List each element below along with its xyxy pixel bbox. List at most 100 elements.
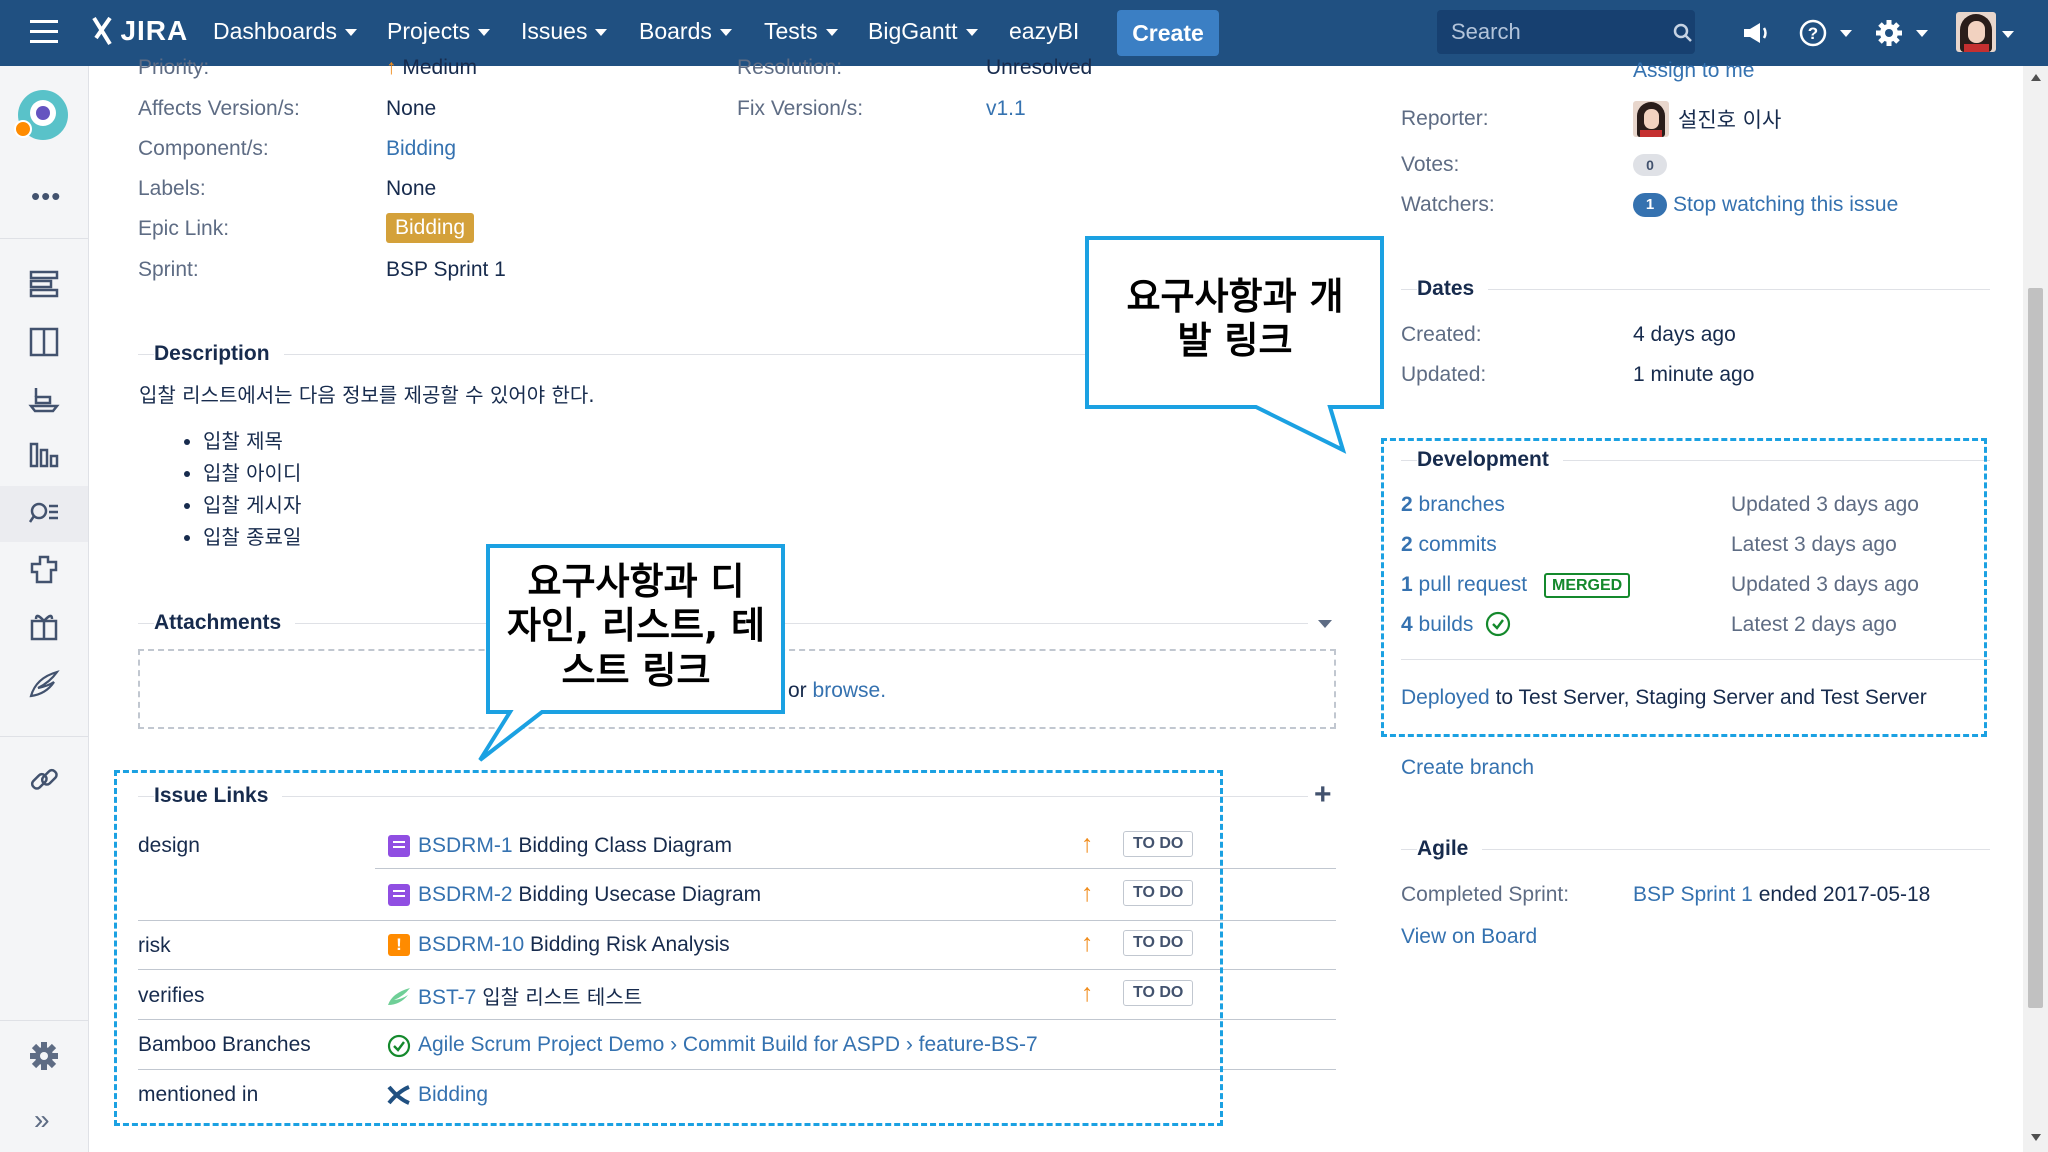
assign-to-me-link[interactable]: Assign to me <box>1633 59 1754 83</box>
create-branch-link[interactable]: Create branch <box>1401 756 1534 780</box>
menu-icon[interactable] <box>30 20 58 44</box>
created-value: 4 days ago <box>1633 323 1736 346</box>
chevron-down-icon <box>478 29 491 37</box>
board-icon[interactable] <box>26 324 62 360</box>
gear-icon[interactable] <box>26 1038 62 1074</box>
sprint-value: BSP Sprint 1 <box>386 258 506 281</box>
nav-boards[interactable]: Boards <box>639 18 732 45</box>
resolution-label: Resolution: <box>737 56 843 79</box>
link-icon[interactable] <box>26 762 62 798</box>
description-title: Description <box>154 342 284 366</box>
scroll-up-icon[interactable] <box>2031 74 2041 81</box>
resolution-value: Unresolved <box>986 56 1093 79</box>
votes-label: Votes: <box>1401 153 1460 176</box>
fix-version-link[interactable]: v1.1 <box>986 97 1026 121</box>
callout-line: 발 링크 <box>1177 319 1293 363</box>
description-item: 입찰 제목 <box>203 425 301 457</box>
gear-icon <box>1876 20 1902 46</box>
more-icon[interactable]: ••• <box>31 183 61 209</box>
completed-sprint-value: BSP Sprint 1 ended 2017-05-18 <box>1633 883 1930 907</box>
project-avatar[interactable] <box>14 90 68 140</box>
labels-value: None <box>386 177 437 200</box>
chevron-down-icon <box>345 29 358 37</box>
user-avatar[interactable] <box>1956 12 1996 52</box>
nav-projects-label: Projects <box>387 18 471 44</box>
dev-link-callout-text: 요구사항과 개 발 링크 <box>1095 275 1375 364</box>
search-icon[interactable] <box>1672 22 1694 44</box>
chevron-down-icon <box>1840 29 1853 37</box>
issue-links-highlight <box>114 770 1223 1126</box>
issue-link-callout-text: 요구사항과 디 자인, 리스트, 테 스트 링크 <box>493 560 779 693</box>
nav-eazybi-label: eazyBI <box>1009 18 1080 44</box>
sprint-link[interactable]: BSP Sprint 1 <box>1633 883 1753 906</box>
chevron-down-icon <box>825 29 838 37</box>
stop-watching-link[interactable]: Stop watching this issue <box>1673 193 1898 217</box>
nav-biggantt-label: BigGantt <box>868 18 958 44</box>
project-sidebar: ••• » <box>0 66 89 1152</box>
chevron-down-icon <box>1916 29 1929 37</box>
search-issues-icon[interactable] <box>26 496 62 532</box>
scroll-down-icon[interactable] <box>2031 1134 2041 1141</box>
nav-projects[interactable]: Projects <box>387 18 491 45</box>
sprint-label: Sprint: <box>138 258 199 281</box>
help-menu[interactable]: ? <box>1798 18 1853 48</box>
components-icon[interactable] <box>26 552 62 588</box>
divider <box>0 238 89 239</box>
agile-divider <box>1401 849 1990 850</box>
nav-issues[interactable]: Issues <box>521 18 608 45</box>
votes-badge[interactable]: 0 <box>1633 154 1667 176</box>
created-label: Created: <box>1401 323 1482 346</box>
updated-value: 1 minute ago <box>1633 363 1755 386</box>
expand-sidebar-icon[interactable]: » <box>34 1104 50 1136</box>
megaphone-icon[interactable] <box>1740 18 1770 48</box>
dates-divider <box>1401 289 1990 290</box>
releases-icon[interactable] <box>26 380 62 416</box>
description-list: 입찰 제목 입찰 아이디 입찰 게시자 입찰 종료일 <box>203 425 301 553</box>
epic-link-label: Epic Link: <box>138 217 230 240</box>
dropzone-or: or <box>788 679 807 702</box>
logo-text: JIRA <box>120 15 189 46</box>
development-highlight <box>1381 438 1987 737</box>
jira-logo[interactable]: JIRA <box>90 14 188 52</box>
chevron-down-icon <box>965 29 978 37</box>
watchers-badge[interactable]: 1 <box>1633 193 1667 217</box>
dropzone-text: or browse. <box>788 679 886 703</box>
description-item: 입찰 종료일 <box>203 521 301 553</box>
reporter-label: Reporter: <box>1401 107 1489 130</box>
component-label: Component/s: <box>138 137 269 160</box>
attachments-options-icon[interactable] <box>1318 620 1332 628</box>
callout-line: 요구사항과 디 <box>527 560 745 603</box>
agile-title: Agile <box>1417 837 1483 861</box>
reporter-name: 설진호 이사 <box>1678 108 1782 132</box>
reporter-avatar <box>1633 101 1669 137</box>
gift-icon[interactable] <box>26 608 62 644</box>
description-text: 입찰 리스트에서는 다음 정보를 제공할 수 있어야 한다. <box>139 383 595 407</box>
affects-version-value: None <box>386 97 437 120</box>
callout-line: 자인, 리스트, 테 <box>506 604 766 648</box>
watchers-label: Watchers: <box>1401 193 1495 216</box>
create-button[interactable]: Create <box>1117 10 1219 56</box>
backlog-icon[interactable] <box>26 266 62 302</box>
nav-dashboards[interactable]: Dashboards <box>213 18 358 45</box>
divider <box>0 736 89 737</box>
search-input[interactable] <box>1451 18 1651 46</box>
divider <box>0 1020 89 1021</box>
help-icon: ? <box>1799 19 1827 47</box>
vertical-scrollbar[interactable] <box>2023 66 2048 1152</box>
nav-eazybi[interactable]: eazyBI <box>1009 18 1079 45</box>
test-wing-icon[interactable] <box>26 666 62 702</box>
settings-menu[interactable] <box>1874 18 1929 48</box>
nav-dashboards-label: Dashboards <box>213 18 338 44</box>
browse-link[interactable]: browse. <box>813 679 887 702</box>
nav-biggantt[interactable]: BigGantt <box>868 18 978 45</box>
updated-label: Updated: <box>1401 363 1487 386</box>
chevron-down-icon <box>2002 31 2014 38</box>
callout-line: 요구사항과 개 <box>1126 275 1344 318</box>
add-link-icon[interactable]: + <box>1314 780 1332 810</box>
epic-lozenge[interactable]: Bidding <box>386 213 475 243</box>
nav-tests[interactable]: Tests <box>764 18 838 45</box>
component-link[interactable]: Bidding <box>386 137 456 161</box>
reports-icon[interactable] <box>26 436 62 472</box>
view-on-board-link[interactable]: View on Board <box>1401 925 1537 949</box>
scrollbar-thumb[interactable] <box>2028 288 2043 1008</box>
